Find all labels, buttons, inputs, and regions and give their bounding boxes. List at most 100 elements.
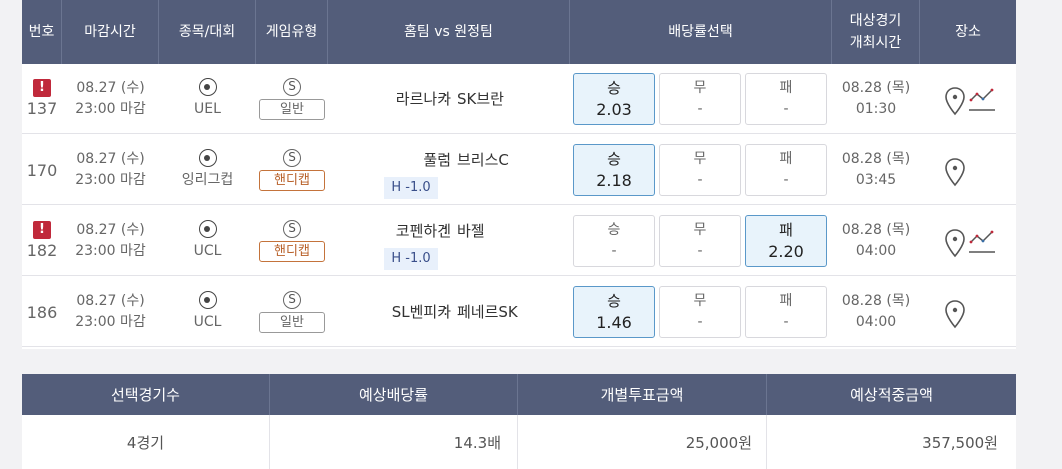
header-deadline: 마감시간 xyxy=(62,0,159,64)
vs-colon: : xyxy=(443,149,449,167)
odds-button-win[interactable]: 승 2.03 xyxy=(573,73,655,125)
odds-button-draw[interactable]: 무- xyxy=(659,144,741,196)
league-name: 잉리그컵 xyxy=(181,172,234,188)
trend-chart-icon[interactable] xyxy=(968,228,996,258)
odds-value-win: 2.18 xyxy=(596,171,632,190)
s-badge-icon: S xyxy=(283,78,301,96)
row-number: 182 xyxy=(26,241,58,260)
deadline-date: 08.27 (수) xyxy=(76,80,145,96)
match-time-cell: 08.28 (목) 04:00 xyxy=(832,206,920,276)
soccer-ball-icon xyxy=(198,149,217,167)
match-time: 04:00 xyxy=(855,314,897,330)
odds-value-win: 2.03 xyxy=(596,100,632,119)
table-row: ! 182 08.27 (수) 23:00 마감 UCL S 핸디캡 코펜하겐: 바젤 H -1.… xyxy=(22,206,1016,276)
deadline-date: 08.27 (수) xyxy=(76,222,145,238)
odds-button-lose[interactable]: 패- xyxy=(745,144,827,196)
league-name: UEL xyxy=(194,101,221,117)
odds-value-win: - xyxy=(611,243,617,259)
table-row: 186 08.27 (수) 23:00 마감 UCL S 일반 SL벤피카: 페네르SK 승 1.… xyxy=(22,277,1016,347)
league-name: UCL xyxy=(193,243,222,259)
deadline-cell: 08.27 (수) 23:00 마감 xyxy=(62,135,159,205)
game-type-cell: S 일반 xyxy=(256,64,328,134)
odds-button-draw[interactable]: 무- xyxy=(659,73,741,125)
odds-label-win: 승 xyxy=(607,222,621,238)
odds-value-lose: - xyxy=(783,101,789,117)
odds-label-lose: 패 xyxy=(779,293,793,309)
odds-button-lose[interactable]: 패- xyxy=(745,286,827,338)
odds-label-draw: 무 xyxy=(693,222,707,238)
away-team: 페네르SK xyxy=(457,303,518,321)
odds-value-lose: - xyxy=(783,314,789,330)
s-badge-icon: S xyxy=(283,220,301,238)
match-date: 08.28 (목) xyxy=(841,222,911,238)
teams-cell: 풀럼: 브리스C H -1.0 xyxy=(329,135,569,205)
location-pin-icon[interactable] xyxy=(944,299,966,329)
summary-header-payout: 예상적중금액 xyxy=(850,386,933,404)
soccer-ball-icon xyxy=(198,220,217,238)
away-team: SK브란 xyxy=(457,90,504,108)
header-no: 번호 xyxy=(22,0,62,64)
soccer-ball-icon xyxy=(198,78,217,96)
odds-label-draw: 무 xyxy=(693,293,707,309)
odds-button-win[interactable]: 승 2.18 xyxy=(573,144,655,196)
header-match-time-line1: 대상경기 xyxy=(849,13,902,29)
game-type-badge: 핸디캡 xyxy=(259,170,325,191)
game-type-cell: S 핸디캡 xyxy=(256,135,328,205)
odds-label-win: 승 xyxy=(607,79,621,97)
deadline-time: 23:00 마감 xyxy=(75,101,146,117)
odds-value-draw: - xyxy=(697,172,703,188)
game-type-badge: 핸디캡 xyxy=(259,241,325,262)
row-number-cell: ! 182 xyxy=(22,206,62,276)
trend-chart-icon[interactable] xyxy=(968,86,996,116)
odds-value-lose: - xyxy=(783,172,789,188)
odds-value-draw: - xyxy=(697,101,703,117)
summary-header-stake: 개별투표금액 xyxy=(518,374,767,415)
location-pin-icon[interactable] xyxy=(944,228,966,258)
summary-stake: 25,000원 xyxy=(518,415,767,469)
vs-colon: : xyxy=(443,301,449,319)
odds-button-win[interactable]: 승 1.46 xyxy=(573,286,655,338)
match-time: 04:00 xyxy=(855,243,897,259)
odds-button-lose[interactable]: 패- xyxy=(745,73,827,125)
match-time-cell: 08.28 (목) 04:00 xyxy=(832,277,920,347)
odds-button-draw[interactable]: 무- xyxy=(659,215,741,267)
deadline-time: 23:00 마감 xyxy=(75,314,146,330)
odds-button-lose[interactable]: 패 2.20 xyxy=(745,215,827,267)
summary-count: 4경기 xyxy=(22,415,270,469)
sport-cell: UEL xyxy=(159,64,256,134)
row-number: 137 xyxy=(26,99,58,118)
deadline-cell: 08.27 (수) 23:00 마감 xyxy=(62,64,159,134)
alert-icon[interactable]: ! xyxy=(33,79,51,97)
deadline-date: 08.27 (수) xyxy=(76,151,145,167)
deadline-time: 23:00 마감 xyxy=(75,172,146,188)
table-row: ! 137 08.27 (수) 23:00 마감 UEL S 일반 라르나카: SK브란 승 2.0… xyxy=(22,64,1016,134)
sport-cell: UCL xyxy=(159,277,256,347)
summary-table: 선택경기수 예상배당률 개별투표금액 예상적중금액 4경기 14.3배 25,0… xyxy=(22,374,1016,469)
location-pin-icon[interactable] xyxy=(944,157,966,187)
table-header: 번호 마감시간 종목/대회 게임유형 홈팀 vs 원정팀 배당률선택 대상경기 … xyxy=(22,0,1016,64)
header-teams: 홈팀 vs 원정팀 xyxy=(328,0,570,64)
odds-label-draw: 무 xyxy=(693,151,707,167)
row-number-cell: ! 137 xyxy=(22,64,62,134)
odds-label-lose: 패 xyxy=(779,80,793,96)
odds-button-win[interactable]: 승- xyxy=(573,215,655,267)
odds-value-lose: 2.20 xyxy=(768,242,804,261)
deadline-cell: 08.27 (수) 23:00 마감 xyxy=(62,277,159,347)
odds-label-draw: 무 xyxy=(693,80,707,96)
deadline-cell: 08.27 (수) 23:00 마감 xyxy=(62,206,159,276)
match-date: 08.28 (목) xyxy=(841,151,911,167)
teams-cell: SL벤피카: 페네르SK xyxy=(329,277,569,347)
match-date: 08.28 (목) xyxy=(841,80,911,96)
location-pin-icon[interactable] xyxy=(944,86,966,116)
sport-cell: 잉리그컵 xyxy=(159,135,256,205)
row-number-cell: 170 xyxy=(22,135,62,205)
summary-header-odds: 예상배당률 xyxy=(270,374,518,415)
row-number: 170 xyxy=(26,160,58,180)
away-team: 바젤 xyxy=(457,222,485,240)
match-time: 03:45 xyxy=(855,172,897,188)
game-type-cell: S 일반 xyxy=(256,277,328,347)
alert-icon[interactable]: ! xyxy=(33,221,51,239)
odds-label-lose: 패 xyxy=(779,221,793,239)
table-row: 170 08.27 (수) 23:00 마감 잉리그컵 S 핸디캡 풀럼: 브리스C H -1.… xyxy=(22,135,1016,205)
odds-button-draw[interactable]: 무- xyxy=(659,286,741,338)
